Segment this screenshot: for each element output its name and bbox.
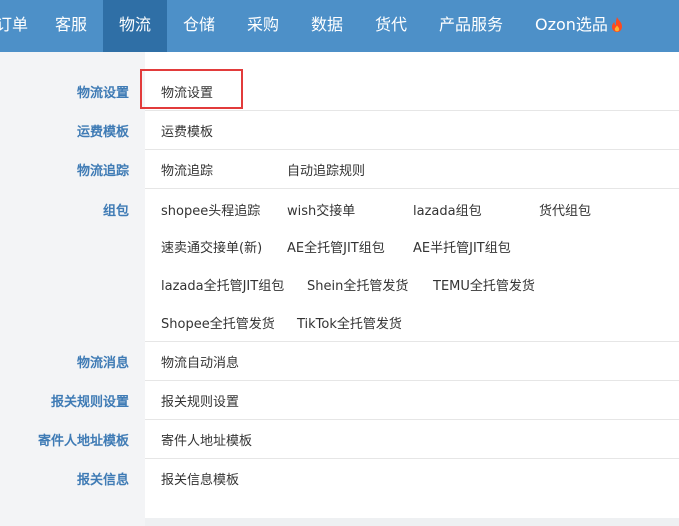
category-customs-info[interactable]: 报关信息 [77,469,129,488]
link-freight-packaging[interactable]: 货代组包 [539,200,591,219]
nav-item-label: 仓储 [183,15,216,34]
link-sender-address-template[interactable]: 寄件人地址模板 [161,430,252,449]
link-tiktok-full-managed[interactable]: TikTok全托管发货 [297,313,402,332]
nav-item-label: 数据 [311,15,344,34]
row-divider [145,380,679,381]
category-logistics-messages[interactable]: 物流消息 [77,352,129,371]
highlight-annotation-box [140,69,243,109]
link-customs-info-template[interactable]: 报关信息模板 [161,469,239,488]
row-divider [145,341,679,342]
row-divider [145,419,679,420]
nav-item-orders[interactable]: 订单 [0,0,28,52]
link-shopee-first-leg-tracking[interactable]: shopee头程追踪 [161,200,260,219]
category-logistics-settings[interactable]: 物流设置 [77,82,129,101]
category-freight-template[interactable]: 运费模板 [77,121,129,140]
nav-item-product-services[interactable]: 产品服务 [439,0,503,52]
nav-item-purchasing[interactable]: 采购 [247,0,279,52]
nav-item-warehouse[interactable]: 仓储 [183,0,215,52]
link-logistics-tracking[interactable]: 物流追踪 [161,160,213,179]
category-sender-address[interactable]: 寄件人地址模板 [38,430,129,449]
nav-item-logistics[interactable]: 物流 [103,0,167,52]
nav-item-customer-service[interactable]: 客服 [55,0,87,52]
link-lazada-packaging[interactable]: lazada组包 [413,200,482,219]
link-wish-handover[interactable]: wish交接单 [287,200,355,219]
nav-item-ozon-selection[interactable]: Ozon选品 [535,0,623,52]
nav-item-label: 采购 [247,15,280,34]
row-divider [145,110,679,111]
nav-item-freight[interactable]: 货代 [375,0,407,52]
nav-item-label: 客服 [55,15,88,34]
category-customs-rules[interactable]: 报关规则设置 [51,391,129,410]
category-packaging[interactable]: 组包 [103,200,129,219]
row-divider [145,188,679,189]
link-ae-full-managed-jit[interactable]: AE全托管JIT组包 [287,237,385,256]
category-logistics-tracking[interactable]: 物流追踪 [77,160,129,179]
row-divider [145,149,679,150]
nav-item-label: 货代 [375,15,408,34]
nav-item-label: 产品服务 [439,15,504,34]
link-freight-template[interactable]: 运费模板 [161,121,213,140]
link-aliexpress-handover-new[interactable]: 速卖通交接单(新) [161,237,262,256]
nav-item-label: 物流 [118,15,151,34]
nav-item-label: 订单 [0,15,29,34]
link-lazada-full-managed-jit[interactable]: lazada全托管JIT组包 [161,275,284,294]
link-temu-full-managed[interactable]: TEMU全托管发货 [433,275,535,294]
link-customs-rules-settings[interactable]: 报关规则设置 [161,391,239,410]
link-auto-tracking-rules[interactable]: 自动追踪规则 [287,160,365,179]
nav-item-label: Ozon选品 [535,15,608,34]
link-ae-semi-managed-jit[interactable]: AE半托管JIT组包 [413,237,511,256]
nav-item-data[interactable]: 数据 [311,0,343,52]
row-divider [145,458,679,459]
top-navigation-bar: 订单 客服 物流 仓储 采购 数据 货代 产品服务 Ozon选品 [0,0,679,52]
link-shein-full-managed[interactable]: Shein全托管发货 [307,275,408,294]
link-shopee-full-managed[interactable]: Shopee全托管发货 [161,313,275,332]
flame-icon [611,17,622,32]
menu-bottom-edge [145,518,679,526]
link-auto-logistics-messages[interactable]: 物流自动消息 [161,352,239,371]
